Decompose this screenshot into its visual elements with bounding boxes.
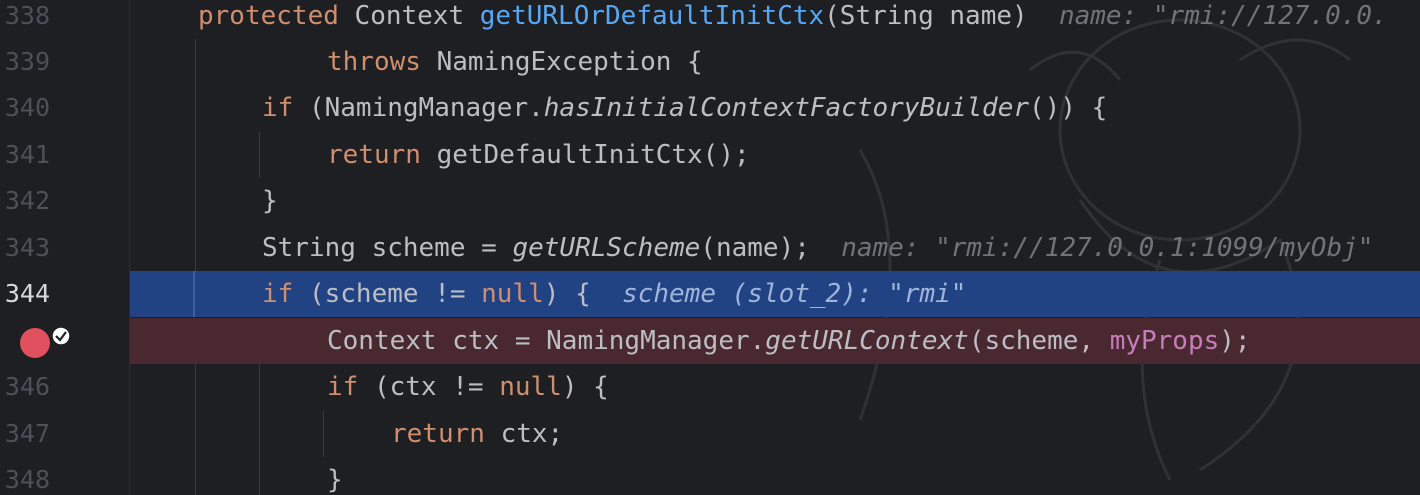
indent-guide xyxy=(259,132,260,178)
line-number: 343 xyxy=(4,233,50,262)
code-text: } xyxy=(327,465,343,495)
code-text: throws NamingException { xyxy=(327,47,703,77)
indent-guide xyxy=(259,364,260,495)
code-text: if (NamingManager.hasInitialContextFacto… xyxy=(262,93,1108,123)
code-line-344-current[interactable]: 344 if (scheme != null) { scheme (slot_2… xyxy=(0,271,1420,317)
code-line-341[interactable]: 341 return getDefaultInitCtx(); xyxy=(0,132,1420,178)
line-number: 341 xyxy=(4,140,50,169)
code-editor[interactable]: 338 protected Context getURLOrDefaultIni… xyxy=(0,0,1420,495)
line-number: 340 xyxy=(4,93,50,122)
line-number: 339 xyxy=(4,47,50,76)
code-text: protected Context getURLOrDefaultInitCtx… xyxy=(198,1,1388,31)
indent-guide xyxy=(195,39,196,271)
line-number: 342 xyxy=(4,186,50,215)
code-text: Context ctx = NamingManager.getURLContex… xyxy=(327,326,1251,356)
line-number: 347 xyxy=(4,419,50,448)
code-text: return ctx; xyxy=(391,419,564,449)
line-number: 338 xyxy=(4,1,50,30)
code-line-339[interactable]: 339 throws NamingException { xyxy=(0,39,1420,85)
code-text: if (ctx != null) { xyxy=(327,372,609,402)
checkmark-icon xyxy=(51,326,71,346)
code-line-343[interactable]: 343 String scheme = getURLScheme(name); … xyxy=(0,225,1420,271)
breakpoint-verified-icon[interactable] xyxy=(20,326,71,358)
code-line-338[interactable]: 338 protected Context getURLOrDefaultIni… xyxy=(0,0,1420,39)
code-text: return getDefaultInitCtx(); xyxy=(327,140,750,170)
line-number: 346 xyxy=(4,372,50,401)
inline-debug-value: name: "rmi://127.0.0. xyxy=(1058,1,1388,31)
code-line-345-breakpoint[interactable]: Context ctx = NamingManager.getURLContex… xyxy=(0,318,1420,364)
indent-guide xyxy=(193,271,195,317)
indent-guide xyxy=(195,364,196,495)
inline-debug-value: name: "rmi://127.0.0.1:1099/myObj" xyxy=(841,233,1374,263)
code-text: if (scheme != null) { scheme (slot_2): "… xyxy=(262,279,967,309)
code-line-348[interactable]: 348 } xyxy=(0,457,1420,495)
inline-debug-value: scheme (slot_2): "rmi" xyxy=(622,279,967,309)
code-text: String scheme = getURLScheme(name); name… xyxy=(262,233,1374,263)
indent-guide xyxy=(323,411,324,457)
code-line-340[interactable]: 340 if (NamingManager.hasInitialContextF… xyxy=(0,85,1420,131)
code-line-347[interactable]: 347 return ctx; xyxy=(0,411,1420,457)
line-number: 344 xyxy=(4,279,50,308)
line-number: 348 xyxy=(4,465,50,494)
code-line-342[interactable]: 342 } xyxy=(0,178,1420,224)
code-line-346[interactable]: 346 if (ctx != null) { xyxy=(0,364,1420,410)
code-text: } xyxy=(262,186,278,216)
